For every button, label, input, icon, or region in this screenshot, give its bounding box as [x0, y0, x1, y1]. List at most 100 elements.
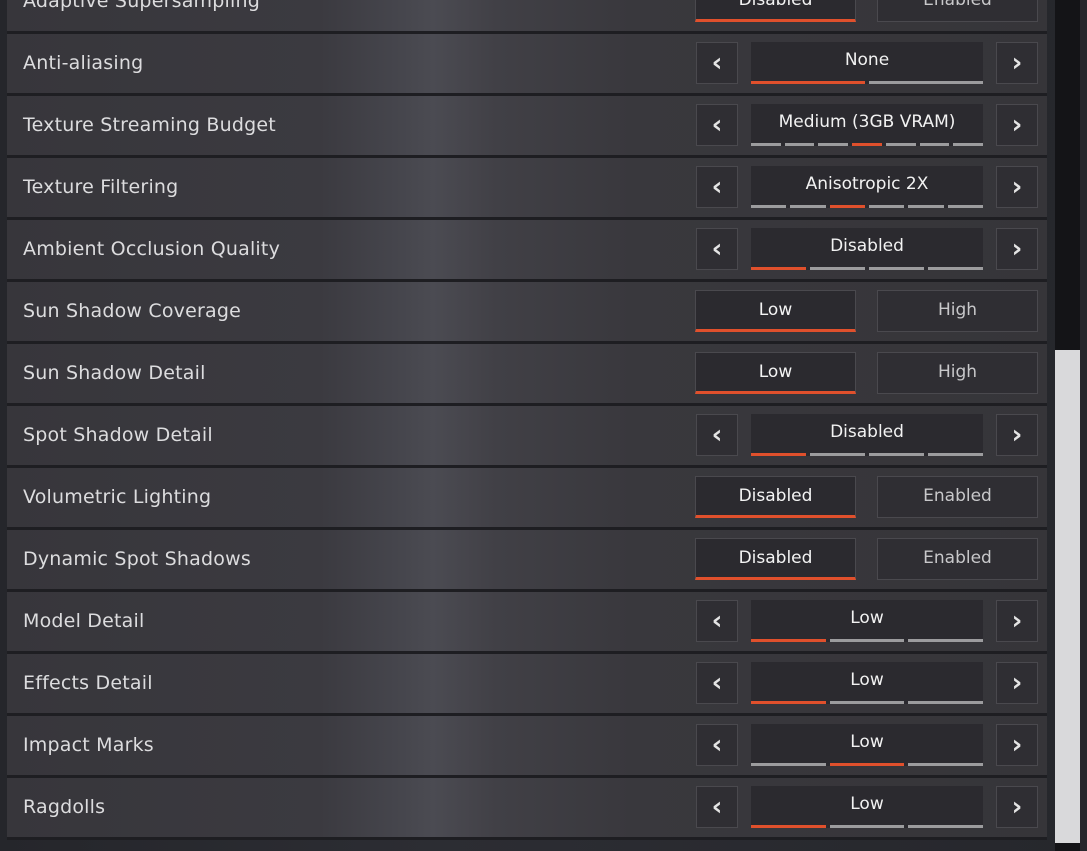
- chevron-left-icon: ‹: [711, 668, 723, 698]
- option-value: Disabled: [751, 228, 983, 270]
- option-value-text: Anisotropic 2X: [805, 174, 929, 194]
- option-button-high[interactable]: High: [877, 352, 1038, 394]
- option-value: None: [751, 42, 983, 84]
- level-segment: [810, 453, 865, 456]
- chevron-left-icon: ‹: [711, 792, 723, 822]
- option-value: Disabled: [751, 414, 983, 456]
- setting-row-impact-marks: Impact Marks ‹ Low ›: [7, 716, 1047, 778]
- next-option-button[interactable]: ›: [996, 228, 1038, 270]
- previous-option-button[interactable]: ‹: [696, 724, 738, 766]
- option-button-disabled[interactable]: Disabled: [695, 476, 856, 518]
- chevron-left-icon: ‹: [711, 234, 723, 264]
- option-value-text: Low: [850, 732, 884, 752]
- level-indicator: [751, 267, 983, 270]
- next-option-button[interactable]: ›: [996, 662, 1038, 704]
- previous-option-button[interactable]: ‹: [696, 42, 738, 84]
- option-button-enabled[interactable]: Enabled: [877, 476, 1038, 518]
- previous-option-button[interactable]: ‹: [696, 104, 738, 146]
- level-segment: [953, 143, 984, 146]
- level-segment: [869, 81, 983, 84]
- option-button-low[interactable]: Low: [695, 290, 856, 332]
- next-option-button[interactable]: ›: [996, 600, 1038, 642]
- setting-row-texture-filtering: Texture Filtering ‹ Anisotropic 2X ›: [7, 158, 1047, 220]
- option-button-high[interactable]: High: [877, 290, 1038, 332]
- next-option-button[interactable]: ›: [996, 104, 1038, 146]
- level-segment: [818, 143, 849, 146]
- setting-row-sun-shadow-detail: Sun Shadow Detail Low High: [7, 344, 1047, 406]
- level-segment: [751, 81, 865, 84]
- chevron-right-icon: ›: [1011, 172, 1023, 202]
- level-indicator: [751, 639, 984, 642]
- setting-label: Dynamic Spot Shadows: [23, 548, 251, 570]
- level-segment: [829, 763, 905, 766]
- chevron-right-icon: ›: [1011, 792, 1023, 822]
- setting-row-spot-shadow-detail: Spot Shadow Detail ‹ Disabled ›: [7, 406, 1047, 468]
- scrollbar-thumb[interactable]: [1055, 350, 1080, 843]
- setting-row-anti-aliasing: Anti-aliasing ‹ None ›: [7, 34, 1047, 96]
- setting-label: Spot Shadow Detail: [23, 424, 213, 446]
- level-segment: [947, 205, 983, 208]
- level-segment: [908, 205, 944, 208]
- previous-option-button[interactable]: ‹: [696, 786, 738, 828]
- option-value: Anisotropic 2X: [751, 166, 983, 208]
- level-indicator: [751, 825, 984, 828]
- level-segment: [751, 267, 806, 270]
- setting-row-model-detail: Model Detail ‹ Low ›: [7, 592, 1047, 654]
- level-segment: [829, 639, 905, 642]
- level-segment: [751, 763, 826, 766]
- level-segment: [908, 639, 984, 642]
- next-option-button[interactable]: ›: [996, 414, 1038, 456]
- chevron-right-icon: ›: [1011, 234, 1023, 264]
- level-segment: [852, 143, 882, 146]
- setting-row-ambient-occlusion-quality: Ambient Occlusion Quality ‹ Disabled ›: [7, 220, 1047, 282]
- setting-label: Adaptive Supersampling: [23, 0, 260, 12]
- level-segment: [908, 701, 984, 704]
- setting-row-adaptive-supersampling: Adaptive Supersampling Disabled Enabled: [7, 0, 1047, 34]
- chevron-left-icon: ‹: [711, 172, 723, 202]
- option-value-text: Low: [850, 670, 884, 690]
- setting-row-effects-detail: Effects Detail ‹ Low ›: [7, 654, 1047, 716]
- setting-label: Anti-aliasing: [23, 52, 144, 74]
- option-button-disabled[interactable]: Disabled: [695, 0, 856, 22]
- level-segment: [751, 825, 826, 828]
- setting-row-dynamic-spot-shadows: Dynamic Spot Shadows Disabled Enabled: [7, 530, 1047, 592]
- option-value: Low: [751, 724, 984, 766]
- level-segment: [885, 143, 916, 146]
- option-button-enabled[interactable]: Enabled: [877, 0, 1038, 22]
- option-value: Low: [751, 786, 984, 828]
- level-indicator: [751, 143, 984, 146]
- option-button-disabled[interactable]: Disabled: [695, 538, 856, 580]
- level-indicator: [751, 701, 984, 704]
- setting-label: Sun Shadow Detail: [23, 362, 206, 384]
- next-option-button[interactable]: ›: [996, 42, 1038, 84]
- level-segment: [829, 205, 865, 208]
- setting-label: Sun Shadow Coverage: [23, 300, 242, 322]
- option-value-text: Disabled: [830, 422, 904, 442]
- level-segment: [829, 701, 905, 704]
- previous-option-button[interactable]: ‹: [696, 228, 738, 270]
- level-segment: [928, 267, 983, 270]
- level-segment: [868, 205, 905, 208]
- chevron-right-icon: ›: [1011, 420, 1023, 450]
- option-value: Low: [751, 662, 984, 704]
- setting-row-sun-shadow-coverage: Sun Shadow Coverage Low High: [7, 282, 1047, 344]
- option-value-text: Medium (3GB VRAM): [778, 112, 956, 132]
- level-segment: [751, 453, 806, 456]
- option-value: Medium (3GB VRAM): [751, 104, 984, 146]
- level-segment: [751, 701, 826, 704]
- chevron-right-icon: ›: [1011, 668, 1023, 698]
- chevron-left-icon: ‹: [711, 606, 723, 636]
- next-option-button[interactable]: ›: [996, 786, 1038, 828]
- setting-label: Impact Marks: [23, 734, 154, 756]
- next-option-button[interactable]: ›: [996, 724, 1038, 766]
- next-option-button[interactable]: ›: [996, 166, 1038, 208]
- chevron-right-icon: ›: [1011, 606, 1023, 636]
- option-button-low[interactable]: Low: [695, 352, 856, 394]
- level-segment: [751, 205, 787, 208]
- option-button-enabled[interactable]: Enabled: [877, 538, 1038, 580]
- previous-option-button[interactable]: ‹: [696, 600, 738, 642]
- previous-option-button[interactable]: ‹: [696, 414, 738, 456]
- chevron-right-icon: ›: [1011, 48, 1023, 78]
- previous-option-button[interactable]: ‹: [696, 166, 738, 208]
- previous-option-button[interactable]: ‹: [696, 662, 738, 704]
